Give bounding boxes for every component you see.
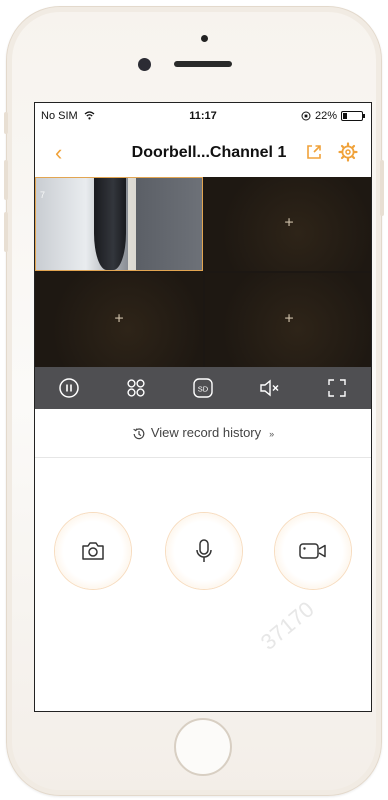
earpiece-speaker <box>174 61 232 67</box>
video-tile-empty-2[interactable]: + <box>205 177 371 271</box>
battery-area: 22% <box>301 110 365 122</box>
grid-layout-button[interactable] <box>123 375 149 401</box>
microphone-icon <box>196 539 212 562</box>
fullscreen-icon <box>328 379 347 397</box>
home-button[interactable] <box>174 718 232 776</box>
battery-icon <box>341 111 365 121</box>
divider <box>35 457 371 458</box>
video-record-icon <box>299 543 326 559</box>
view-record-history[interactable]: View record history » <box>35 425 371 441</box>
power-key <box>380 160 384 216</box>
feed-timestamp: 7 <box>40 190 46 200</box>
battery-percent: 22% <box>314 110 337 122</box>
pause-icon <box>58 378 79 398</box>
add-channel-icon: + <box>114 310 124 328</box>
gear-icon[interactable] <box>338 142 358 162</box>
chevron-left-icon[interactable]: ‹ <box>55 140 62 166</box>
history-label: View record history <box>150 425 262 440</box>
record-button[interactable] <box>275 513 351 589</box>
orientation-lock-icon <box>301 111 311 121</box>
quality-sd-button[interactable]: SD <box>190 375 216 401</box>
watermark: 37170 <box>255 596 319 655</box>
page-title: Doorbell...Channel 1 <box>131 144 287 161</box>
talk-button[interactable] <box>166 513 242 589</box>
volume-down-key <box>4 212 8 252</box>
video-tile-empty-4[interactable]: + <box>205 273 371 367</box>
camera-icon <box>82 542 104 560</box>
add-channel-icon: + <box>284 310 294 328</box>
sd-label: SD <box>198 384 209 393</box>
live-feed-door <box>94 178 126 270</box>
mute-switch <box>4 112 8 134</box>
battery-fill <box>343 113 348 119</box>
status-bar: No SIM 11:17 22% <box>35 103 371 127</box>
volume-up-key <box>4 160 8 200</box>
quick-actions <box>35 513 371 593</box>
video-grid: 7 + + + <box>35 177 371 367</box>
mute-button[interactable] <box>257 375 283 401</box>
fullscreen-button[interactable] <box>324 375 350 401</box>
video-tile-channel-1[interactable]: 7 <box>35 177 203 271</box>
snapshot-button[interactable] <box>55 513 131 589</box>
history-clock-icon <box>133 427 145 439</box>
video-tile-empty-3[interactable]: + <box>35 273 203 367</box>
front-camera <box>138 58 151 71</box>
sensor-dot <box>201 35 208 42</box>
add-channel-icon: + <box>284 214 294 232</box>
app-screen: No SIM 11:17 22% ‹ Doorbell...Channel 1 <box>34 102 372 712</box>
nav-bar: ‹ Doorbell...Channel 1 <box>35 129 371 173</box>
grid-icon <box>127 379 145 397</box>
chevron-double-down-icon: » <box>269 429 275 439</box>
share-icon[interactable] <box>305 143 323 161</box>
speaker-muted-icon <box>260 379 279 397</box>
playback-controls: SD <box>35 367 371 409</box>
pause-button[interactable] <box>56 375 82 401</box>
sd-icon: SD <box>193 378 213 398</box>
live-feed-light <box>128 178 136 270</box>
